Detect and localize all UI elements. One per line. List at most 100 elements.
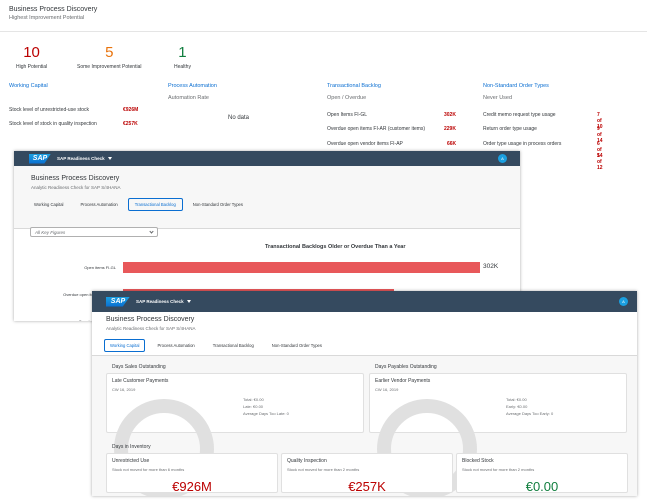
page-title: Business Process Discovery xyxy=(106,316,195,323)
working-capital-section: Working Capital xyxy=(9,83,48,89)
card-values: Total: €0.00 Early: €0.00 Average Days T… xyxy=(506,396,553,417)
row-label: Overdue open vendor items FI-AP xyxy=(327,141,403,147)
row-value: 229K xyxy=(444,126,456,132)
card-subtitle: CW 16, 2019 xyxy=(375,387,399,392)
total-value: Total: €0.00 xyxy=(506,397,527,402)
row-label: Overdue open items FI-AR (customer items… xyxy=(327,126,426,132)
card-subtitle: Stock not moved for more than 2 months xyxy=(462,467,535,472)
unrestricted-use-card[interactable]: Unrestricted Use Stock not moved for mor… xyxy=(106,453,278,494)
chevron-down-icon xyxy=(186,300,191,304)
kpi-label: High Potential xyxy=(16,64,48,70)
section-subheading: Automation Rate xyxy=(168,95,209,101)
overview-header: Business Process Discovery Highest Impro… xyxy=(0,0,647,32)
chart-title: Transactional Backlogs Older or Overdue … xyxy=(265,244,406,250)
row-label: Order type usage in process orders xyxy=(483,141,562,147)
page-subtitle: Analytic Readiness Check for SAP S/4HANA xyxy=(106,326,196,331)
sap-logo[interactable]: SAP xyxy=(106,296,130,307)
tab-transactional-backlog[interactable]: Transactional Backlog xyxy=(127,198,183,211)
section-heading[interactable]: Non-Standard Order Types xyxy=(483,83,549,89)
early-value: Early: €0.00 xyxy=(506,404,528,409)
list-item: Overdue open vendor items FI-AP 66K xyxy=(327,141,456,147)
list-item: Order type usage in process orders 6 of … xyxy=(483,141,603,159)
card-title: Quality Inspection xyxy=(287,458,327,464)
kpi-value: 1 xyxy=(178,44,187,61)
chevron-down-icon xyxy=(149,229,154,234)
kpi-value: 5 xyxy=(105,44,114,61)
total-value: Total: €0.00 xyxy=(243,397,264,402)
section-heading[interactable]: Transactional Backlog xyxy=(327,83,381,89)
kpi-some-improvement[interactable]: 5 Some Improvement Potential xyxy=(77,44,141,70)
kpi-value: 10 xyxy=(23,44,40,61)
non-standard-section: Non-Standard Order Types Never Used xyxy=(483,83,549,101)
section-heading[interactable]: Process Automation xyxy=(168,83,217,89)
row-value: €926M xyxy=(123,107,139,113)
row-label: Return order type usage xyxy=(483,126,537,132)
section-heading[interactable]: Working Capital xyxy=(9,83,48,89)
card-subtitle: Stock not moved for more than 2 months xyxy=(287,467,360,472)
no-data-text: No data xyxy=(228,115,250,121)
tab-bar: Working Capital Process Automation Trans… xyxy=(104,339,334,352)
tab-process-automation[interactable]: Process Automation xyxy=(151,339,200,352)
late-value: Late: €0.00 xyxy=(243,404,264,409)
row-value: 66K xyxy=(447,141,457,147)
shell-title[interactable]: SAP Readiness Check xyxy=(57,156,112,161)
tab-working-capital[interactable]: Working Capital xyxy=(27,198,70,211)
kpi-high-potential[interactable]: 10 High Potential xyxy=(16,44,47,70)
quality-inspection-card[interactable]: Quality Inspection Stock not moved for m… xyxy=(281,453,453,494)
shell-bar: SAP SAP Readiness Check A xyxy=(14,151,520,166)
stock-value: €0.00 xyxy=(525,479,559,494)
dpo-heading: Days Payables Outstanding xyxy=(375,364,437,370)
chevron-down-icon xyxy=(107,157,112,161)
card-title: Unrestricted Use xyxy=(112,458,150,464)
shell-title[interactable]: SAP Readiness Check xyxy=(136,299,191,304)
page-header: Business Process Discovery Analytic Read… xyxy=(92,312,637,356)
blocked-stock-card[interactable]: Blocked Stock Stock not moved for more t… xyxy=(456,453,628,494)
dso-heading: Days Sales Outstanding xyxy=(112,364,166,370)
list-item: Stock level of stock in quality inspecti… xyxy=(9,121,138,127)
page-subtitle: Highest Improvement Potential xyxy=(9,15,85,21)
tab-process-automation[interactable]: Process Automation xyxy=(73,198,124,211)
card-title: Late Customer Payments xyxy=(112,378,169,384)
tab-non-standard-order-types[interactable]: Non-Standard Order Types xyxy=(186,198,250,211)
bar[interactable] xyxy=(123,262,480,273)
kpi-label: Some Improvement Potential xyxy=(77,64,142,70)
card-values: Total: €0.00 Late: €0.00 Average Days To… xyxy=(243,396,289,417)
section-subheading: Open / Overdue xyxy=(327,95,367,101)
earlier-vendor-payments-card[interactable]: Earlier Vendor Payments CW 16, 2019 Tota… xyxy=(369,373,627,496)
sap-logo[interactable]: SAP xyxy=(29,153,51,164)
late-customer-payments-card[interactable]: Late Customer Payments CW 16, 2019 Total… xyxy=(106,373,364,496)
shell-bar: SAP SAP Readiness Check A xyxy=(92,291,637,312)
bar-value-label: 302K xyxy=(483,263,499,270)
tab-working-capital[interactable]: Working Capital xyxy=(104,339,146,352)
transactional-backlog-section: Transactional Backlog Open / Overdue xyxy=(327,83,381,101)
average-days-value: Average Days Too Early: 0 xyxy=(506,411,554,416)
avatar[interactable]: A xyxy=(498,154,507,163)
page-title: Business Process Discovery xyxy=(9,6,98,13)
kpi-healthy[interactable]: 1 Healthy xyxy=(174,44,191,70)
avatar[interactable]: A xyxy=(619,297,628,306)
row-value: €257K xyxy=(123,121,138,127)
working-capital-window: SAP SAP Readiness Check A Business Proce… xyxy=(92,291,637,496)
row-value: 5 of 12 xyxy=(597,153,603,171)
page-subtitle: Analytic Readiness Check for SAP S/4HANA xyxy=(31,185,121,190)
card-subtitle: Stock not moved for more than 6 months xyxy=(112,467,185,472)
row-value: 302K xyxy=(444,112,456,118)
section-subheading: Never Used xyxy=(483,95,513,101)
row-label: Credit memo request type usage xyxy=(483,112,556,118)
row-label: Open Items FI-GL xyxy=(327,112,368,118)
card-title: Earlier Vendor Payments xyxy=(375,378,431,384)
card-subtitle: CW 16, 2019 xyxy=(112,387,136,392)
average-days-value: Average Days Too Late: 0 xyxy=(243,411,289,416)
tab-transactional-backlog[interactable]: Transactional Backlog xyxy=(207,339,260,352)
stock-value: €926M xyxy=(172,479,212,494)
stock-value: €257K xyxy=(348,479,386,494)
kpi-label: Healthy xyxy=(174,64,191,70)
list-item: Credit memo request type usage 7 of 10 xyxy=(483,112,603,130)
select-value: All Key Figures xyxy=(35,230,66,235)
card-title: Blocked Stock xyxy=(462,458,494,464)
tab-non-standard-order-types[interactable]: Non-Standard Order Types xyxy=(266,339,328,352)
list-item: Return order type usage 9 of 14 xyxy=(483,126,603,144)
key-figure-select[interactable]: All Key Figures xyxy=(30,227,158,237)
list-item: Stock level of unrestricted-use stock €9… xyxy=(9,107,138,113)
list-item: Overdue open items FI-AR (customer items… xyxy=(327,126,456,132)
